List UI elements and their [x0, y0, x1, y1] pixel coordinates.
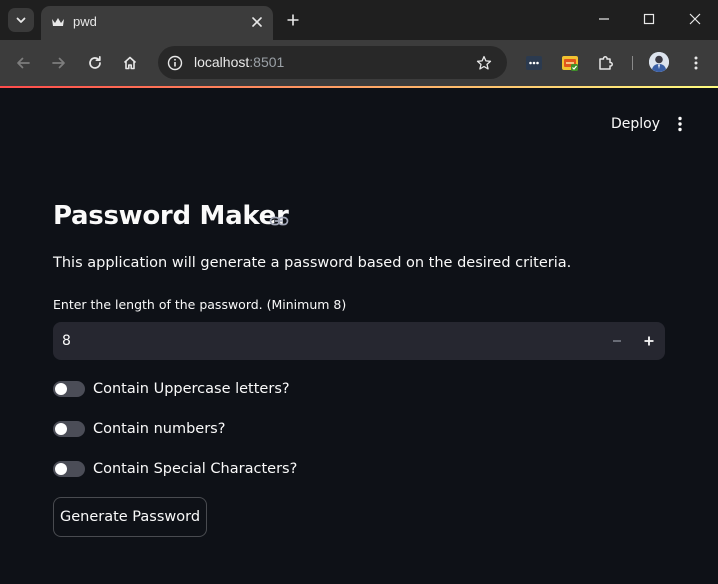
maximize-icon: [643, 13, 655, 25]
reload-button[interactable]: [84, 52, 106, 74]
intro-text: This application will generate a passwor…: [53, 255, 572, 271]
ellipsis-box-icon: [526, 56, 542, 70]
address-bar[interactable]: localhost:8501: [158, 46, 507, 79]
browser-tab-active[interactable]: pwd: [41, 6, 273, 40]
app-header-decoration: [0, 86, 718, 88]
puzzle-icon: [599, 56, 613, 70]
page-title: Password Maker: [53, 201, 289, 231]
crown-favicon-icon: [52, 18, 64, 26]
app-main-menu-button[interactable]: [670, 113, 690, 135]
extension-dots-button[interactable]: [523, 52, 545, 74]
home-button[interactable]: [119, 52, 141, 74]
maximize-button[interactable]: [638, 8, 660, 30]
info-icon: [167, 55, 183, 71]
deploy-button[interactable]: Deploy: [602, 112, 669, 136]
site-info-button[interactable]: [165, 53, 185, 73]
heading-anchor-link[interactable]: [269, 211, 289, 231]
user-avatar-icon: [649, 52, 669, 72]
toggle-label: Contain Uppercase letters?: [93, 381, 290, 397]
toggle-knob: [55, 383, 67, 395]
tab-title: pwd: [73, 14, 97, 29]
profile-avatar[interactable]: [649, 52, 669, 72]
arrow-left-icon: [17, 57, 30, 69]
arrow-right-icon: [52, 57, 65, 69]
password-length-input-container: [53, 322, 665, 360]
extension-yellow-button[interactable]: [559, 52, 581, 74]
password-length-label: Enter the length of the password. (Minim…: [53, 297, 347, 312]
close-icon: [252, 17, 262, 27]
browser-titlebar: pwd: [0, 0, 718, 40]
plus-icon: [644, 336, 654, 346]
toolbar-divider: [632, 56, 633, 70]
browser-menu-button[interactable]: [685, 52, 707, 74]
extensions-menu-button[interactable]: [595, 52, 617, 74]
toggle-switch[interactable]: [53, 461, 85, 477]
forward-button[interactable]: [48, 52, 70, 74]
tab-close-button[interactable]: [249, 14, 265, 30]
chevron-down-icon: [16, 17, 26, 23]
decrement-button[interactable]: [601, 322, 633, 360]
password-length-input[interactable]: [53, 322, 593, 360]
url-host: localhost: [194, 54, 250, 70]
toggle-uppercase[interactable]: Contain Uppercase letters?: [53, 377, 290, 401]
toggle-label: Contain numbers?: [93, 421, 226, 437]
toggle-switch[interactable]: [53, 381, 85, 397]
toggle-switch[interactable]: [53, 421, 85, 437]
increment-button[interactable]: [633, 322, 665, 360]
yellow-extension-icon: [562, 56, 578, 71]
window-close-button[interactable]: [684, 8, 706, 30]
minus-icon: [613, 340, 621, 342]
toggle-knob: [55, 463, 67, 475]
minimize-icon: [599, 18, 609, 20]
close-icon: [689, 13, 701, 25]
new-tab-button[interactable]: [283, 10, 303, 30]
browser-toolbar: localhost:8501: [0, 40, 718, 86]
plus-icon: [287, 14, 299, 26]
more-vertical-icon: [678, 116, 682, 132]
home-icon: [123, 56, 137, 70]
toggle-label: Contain Special Characters?: [93, 461, 298, 477]
toggle-special-characters[interactable]: Contain Special Characters?: [53, 457, 297, 481]
toggle-numbers[interactable]: Contain numbers?: [53, 417, 225, 441]
link-icon: [269, 216, 289, 226]
tab-search-button[interactable]: [8, 8, 34, 32]
toggle-knob: [55, 423, 67, 435]
url-text[interactable]: localhost:8501: [194, 54, 284, 70]
star-icon: [476, 55, 492, 70]
generate-password-button[interactable]: Generate Password: [53, 497, 207, 537]
minimize-button[interactable]: [593, 8, 615, 30]
more-vertical-icon: [694, 56, 698, 70]
reload-icon: [89, 55, 101, 69]
back-button[interactable]: [12, 52, 34, 74]
url-port: :8501: [249, 54, 285, 70]
bookmark-button[interactable]: [474, 53, 494, 73]
